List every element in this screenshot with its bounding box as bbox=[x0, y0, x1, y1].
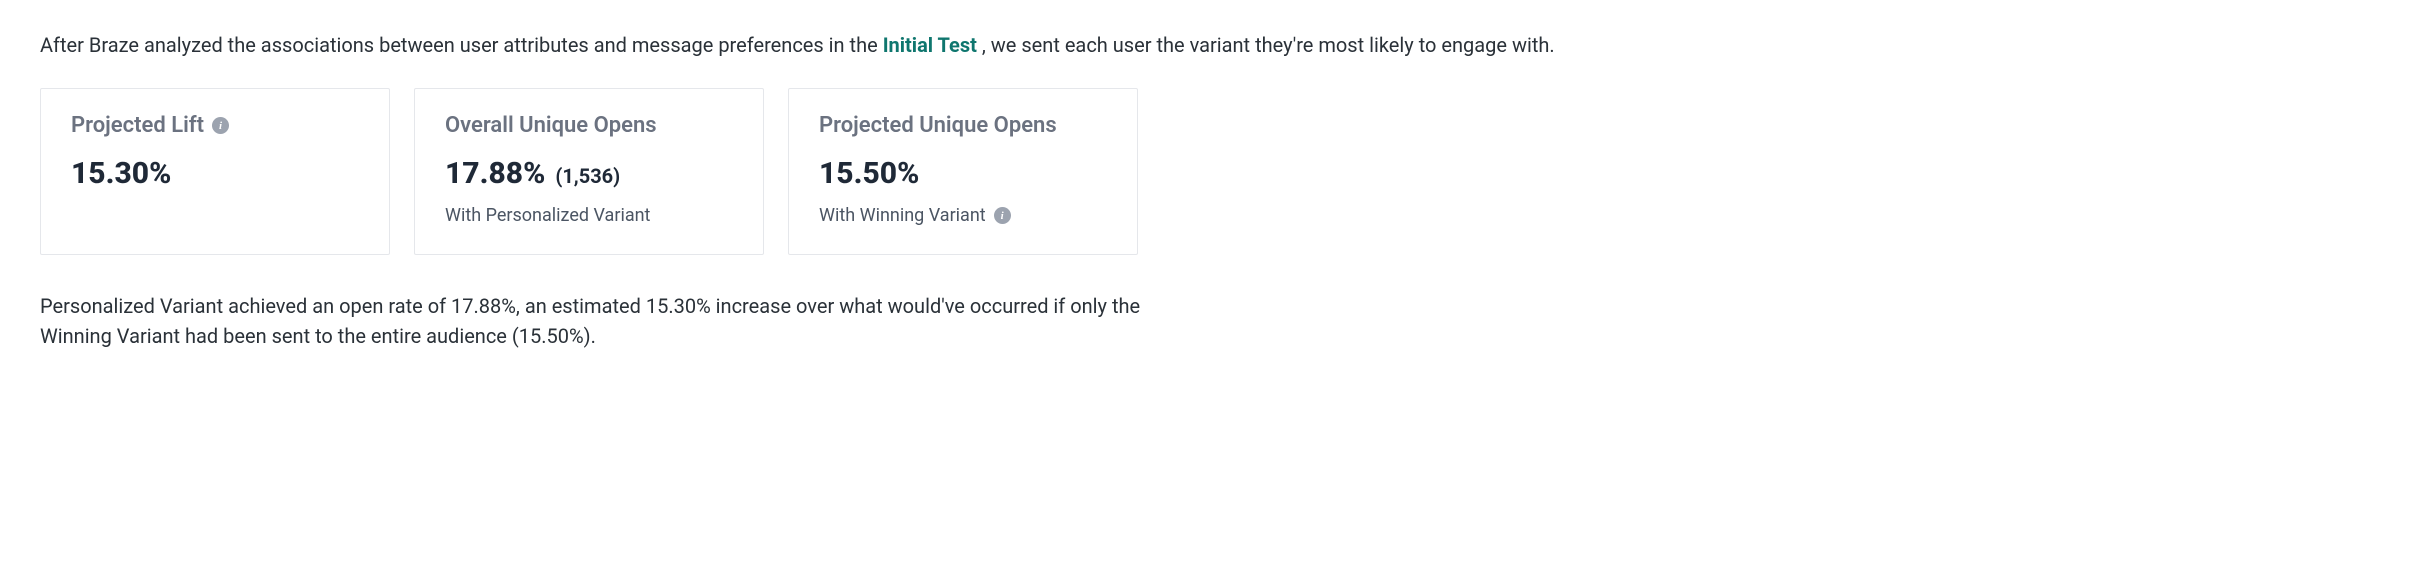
intro-text: After Braze analyzed the associations be… bbox=[40, 30, 2376, 60]
summary-text: Personalized Variant achieved an open ra… bbox=[40, 291, 1170, 351]
projected-lift-value: 15.30% bbox=[71, 156, 171, 191]
overall-unique-opens-subvalue: (1,536) bbox=[555, 164, 620, 188]
projected-unique-opens-title: Projected Unique Opens bbox=[819, 113, 1057, 138]
overall-unique-opens-card: Overall Unique Opens 17.88% (1,536) With… bbox=[414, 88, 764, 255]
info-icon[interactable]: i bbox=[212, 117, 229, 134]
projected-lift-card: Projected Lift i 15.30% bbox=[40, 88, 390, 255]
projected-unique-opens-subtitle: With Winning Variant bbox=[819, 205, 986, 226]
overall-unique-opens-title: Overall Unique Opens bbox=[445, 113, 657, 138]
intro-prefix: After Braze analyzed the associations be… bbox=[40, 33, 883, 57]
cards-row: Projected Lift i 15.30% Overall Unique O… bbox=[40, 88, 2376, 255]
overall-unique-opens-subtitle: With Personalized Variant bbox=[445, 205, 650, 226]
projected-unique-opens-subtitle-row: With Winning Variant i bbox=[819, 205, 1107, 226]
projected-lift-title: Projected Lift bbox=[71, 113, 204, 138]
projected-unique-opens-value-row: 15.50% bbox=[819, 156, 1107, 191]
projected-unique-opens-title-row: Projected Unique Opens bbox=[819, 113, 1107, 138]
overall-unique-opens-title-row: Overall Unique Opens bbox=[445, 113, 733, 138]
projected-lift-value-row: 15.30% bbox=[71, 156, 359, 191]
intro-suffix: , we sent each user the variant they're … bbox=[982, 33, 1555, 57]
overall-unique-opens-subtitle-row: With Personalized Variant bbox=[445, 205, 733, 226]
projected-unique-opens-card: Projected Unique Opens 15.50% With Winni… bbox=[788, 88, 1138, 255]
initial-test-link[interactable]: Initial Test bbox=[883, 33, 977, 57]
projected-unique-opens-value: 15.50% bbox=[819, 156, 919, 191]
overall-unique-opens-value-row: 17.88% (1,536) bbox=[445, 156, 733, 191]
projected-lift-title-row: Projected Lift i bbox=[71, 113, 359, 138]
overall-unique-opens-value: 17.88% bbox=[445, 156, 545, 191]
info-icon[interactable]: i bbox=[994, 207, 1011, 224]
